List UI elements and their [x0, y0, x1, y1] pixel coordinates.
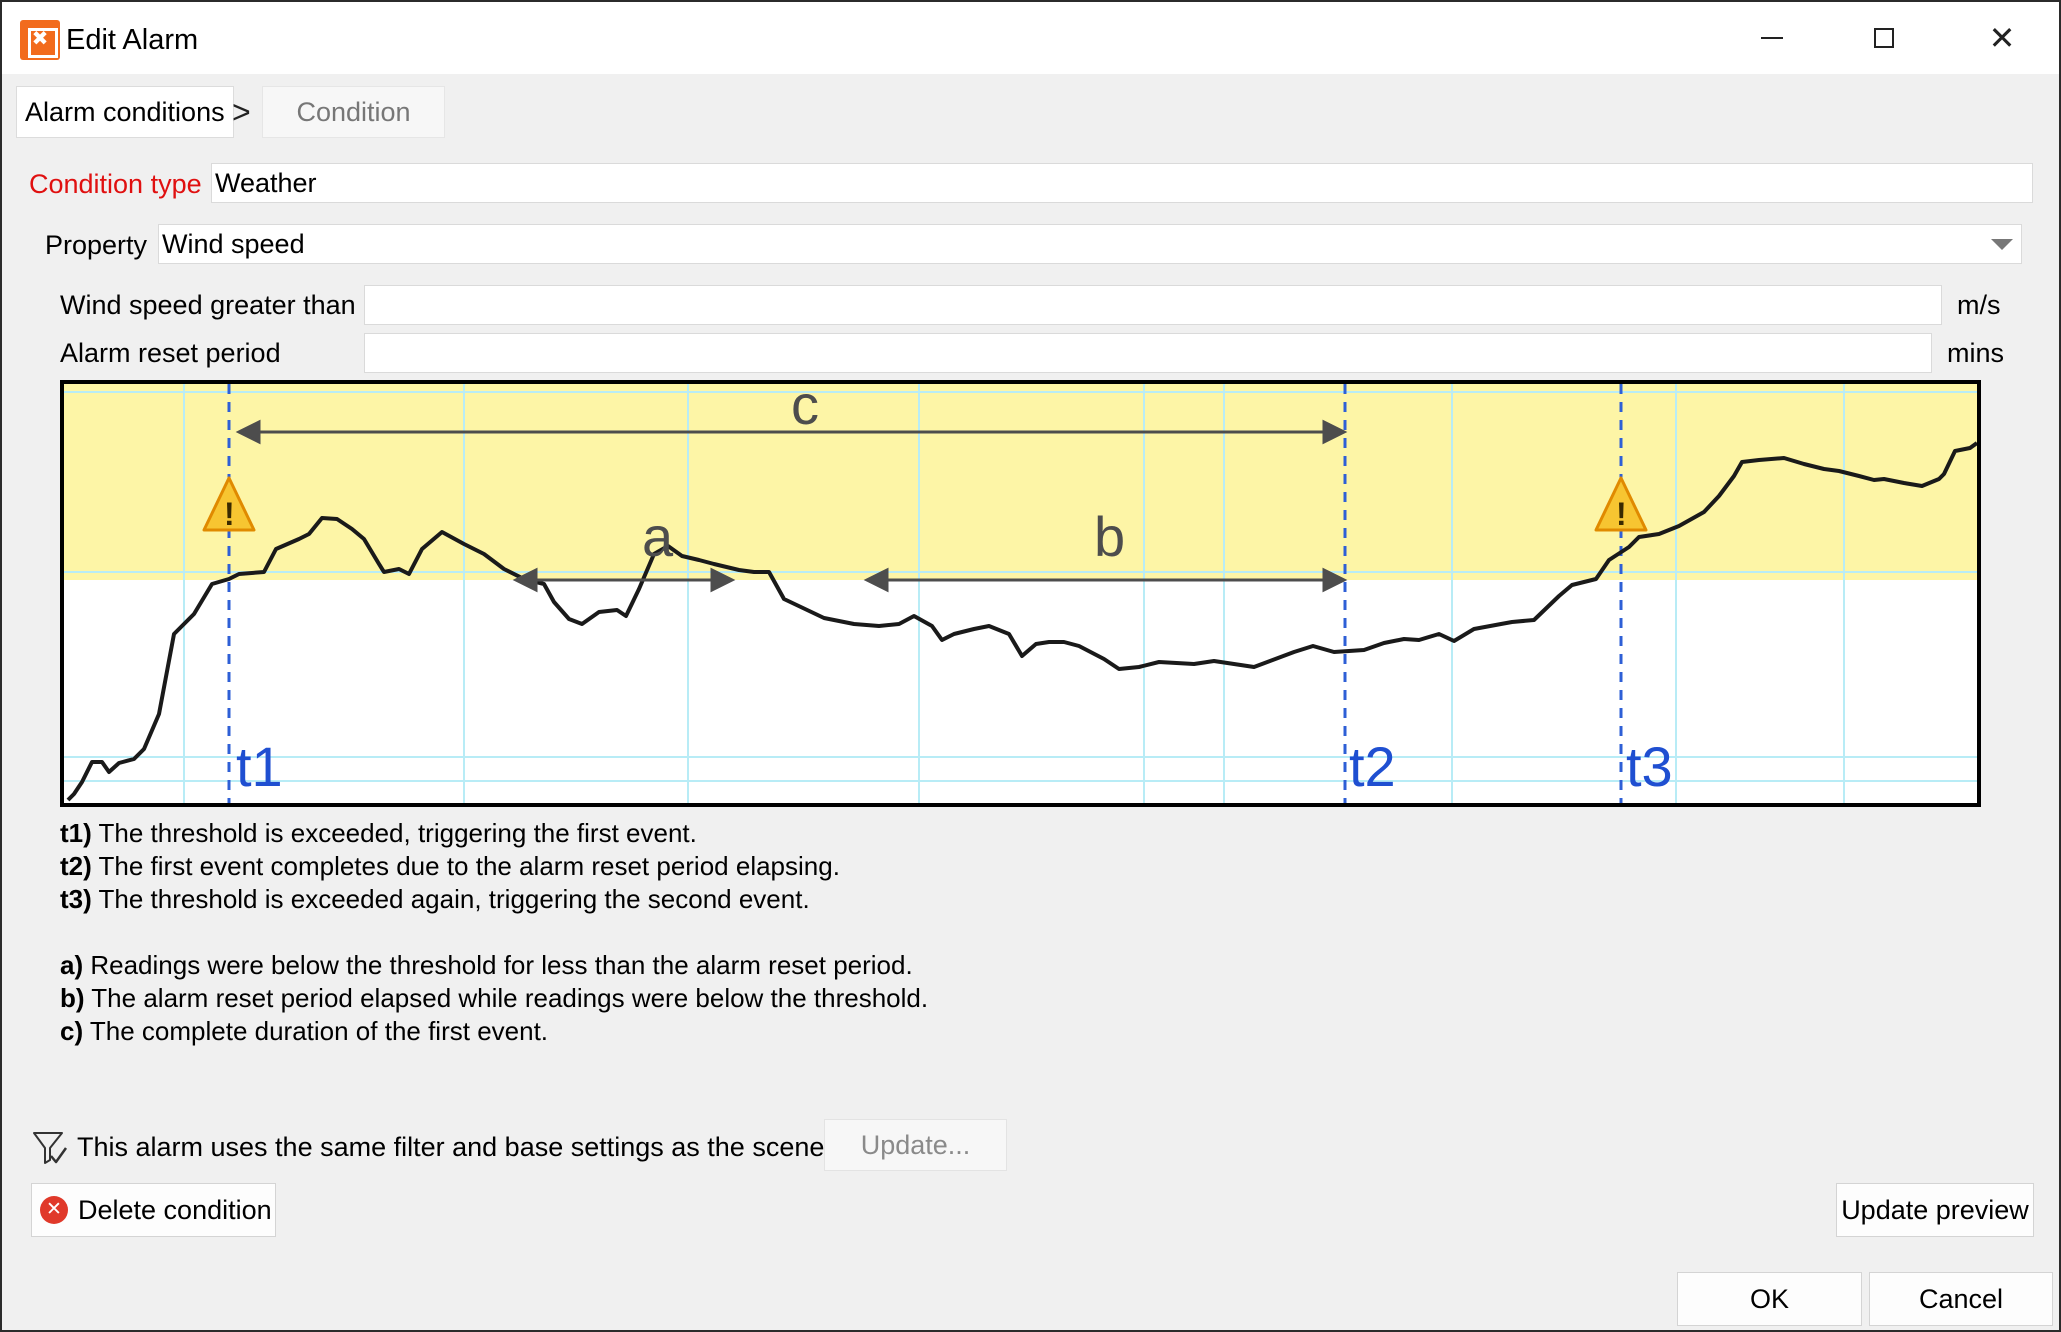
legend-item: t3) The threshold is exceeded again, tri…	[60, 883, 810, 916]
property-value: Wind speed	[162, 229, 305, 259]
legend-item: t1) The threshold is exceeded, triggerin…	[60, 817, 697, 850]
breadcrumb-separator-icon: >	[232, 94, 251, 130]
legend-text: Readings were below the threshold for le…	[83, 950, 913, 980]
marker-label-t1: t1	[236, 735, 283, 798]
delete-condition-label: Delete condition	[78, 1195, 272, 1225]
legend-item: a) Readings were below the threshold for…	[60, 949, 913, 982]
marker-label-t3: t3	[1626, 735, 1673, 798]
close-button[interactable]: ✕	[1972, 12, 2032, 64]
legend-text: The threshold is exceeded again, trigger…	[91, 884, 810, 914]
reset-period-input[interactable]	[364, 333, 1932, 373]
filter-icon	[33, 1132, 68, 1164]
threshold-unit: m/s	[1957, 290, 2001, 320]
minimize-button[interactable]	[1742, 12, 1802, 64]
span-label-a: a	[642, 505, 674, 568]
property-label: Property	[45, 230, 148, 260]
reset-period-label: Alarm reset period	[60, 338, 281, 368]
condition-type-field: Weather	[211, 163, 2033, 203]
update-button[interactable]: Update...	[824, 1119, 1007, 1171]
property-dropdown[interactable]: Wind speed	[158, 224, 2022, 264]
edit-alarm-dialog: Edit Alarm ✕ Alarm conditions > Conditio…	[0, 0, 2061, 1332]
update-preview-button[interactable]: Update preview	[1836, 1183, 2034, 1237]
legend-text: The complete duration of the first event…	[83, 1016, 549, 1046]
maximize-button[interactable]	[1854, 12, 1914, 64]
maximize-icon	[1874, 28, 1894, 48]
legend-text: The first event completes due to the ala…	[91, 851, 840, 881]
legend-item: c) The complete duration of the first ev…	[60, 1015, 548, 1048]
warning-glyph: !	[224, 496, 235, 532]
alarm-diagram-svg: c a b t1 t2 t3 ! !	[64, 384, 1977, 803]
cancel-button[interactable]: Cancel	[1869, 1272, 2053, 1326]
span-label-b: b	[1094, 505, 1125, 568]
legend-text: The threshold is exceeded, triggering th…	[91, 818, 697, 848]
legend-item: t2) The first event completes due to the…	[60, 850, 840, 883]
threshold-zone	[64, 384, 1977, 580]
span-label-c: c	[791, 384, 819, 436]
legend-item: b) The alarm reset period elapsed while …	[60, 982, 928, 1015]
legend-key: t3)	[60, 884, 92, 914]
legend-key: t2)	[60, 851, 92, 881]
filter-settings-text: This alarm uses the same filter and base…	[77, 1132, 825, 1162]
threshold-input[interactable]	[364, 285, 1942, 325]
delete-condition-button[interactable]: ✕ Delete condition	[31, 1183, 276, 1237]
close-icon: ✕	[1988, 20, 2016, 56]
legend-key: c)	[60, 1016, 84, 1046]
title-bar: Edit Alarm ✕	[2, 2, 2059, 74]
minimize-icon	[1761, 37, 1783, 39]
legend-text: The alarm reset period elapsed while rea…	[84, 983, 929, 1013]
window-title: Edit Alarm	[66, 24, 199, 56]
legend-key: b)	[60, 983, 85, 1013]
legend-key: t1)	[60, 818, 92, 848]
reset-period-unit: mins	[1947, 338, 2005, 368]
delete-icon: ✕	[40, 1196, 68, 1224]
breadcrumb-alarm-conditions[interactable]: Alarm conditions	[16, 86, 234, 138]
legend-key: a)	[60, 950, 84, 980]
ok-button[interactable]: OK	[1677, 1272, 1862, 1326]
marker-label-t2: t2	[1349, 735, 1396, 798]
alarm-diagram: c a b t1 t2 t3 ! !	[60, 380, 1981, 807]
warning-glyph: !	[1616, 496, 1627, 532]
condition-type-label: Condition type	[29, 169, 202, 199]
breadcrumb-condition[interactable]: Condition	[262, 86, 445, 138]
chevron-down-icon	[1991, 239, 2013, 250]
threshold-label: Wind speed greater than	[60, 290, 356, 320]
app-icon	[20, 20, 60, 60]
